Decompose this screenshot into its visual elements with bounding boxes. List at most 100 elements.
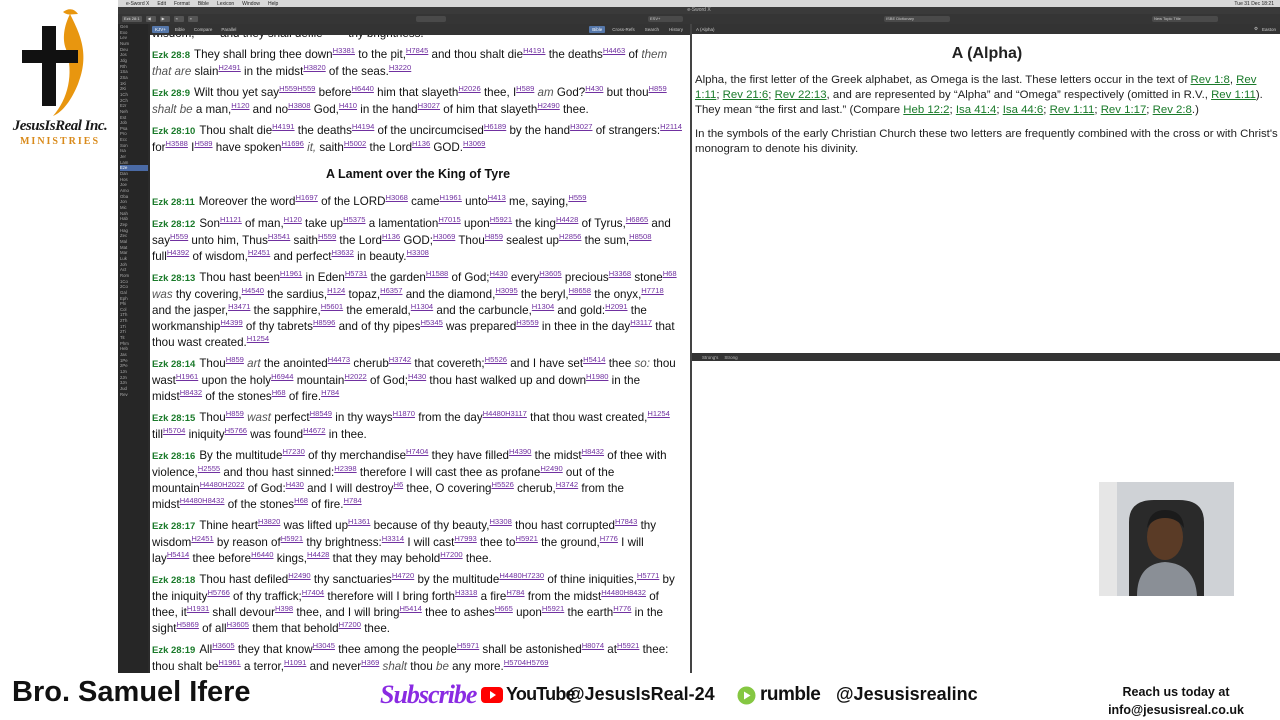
strongs-number-link[interactable]: H5921 [617, 641, 639, 650]
strongs-number-link[interactable]: H5971 [457, 641, 479, 650]
strongs-number-link[interactable]: H8508 [629, 232, 651, 241]
gear-icon[interactable]: ⚙ [1254, 26, 1258, 32]
verse-reference[interactable]: Ezk 28:17 [152, 521, 195, 532]
strongs-number-link[interactable]: H3308 [407, 248, 429, 257]
strongs-number-link[interactable]: H3220 [389, 63, 411, 72]
scripture-link[interactable]: Rev 1:17 [1101, 104, 1147, 116]
strongs-number-link[interactable]: H3605 [212, 641, 234, 650]
menu-help[interactable]: Help [268, 1, 278, 7]
tab-history[interactable]: History [666, 26, 686, 33]
verse-reference[interactable]: Ezk 28:11 [152, 197, 195, 208]
strongs-number-link[interactable]: H2114 [660, 122, 682, 131]
verse-reference[interactable]: Ezk 28:10 [152, 126, 195, 137]
strongs-number-link[interactable]: H3027 [570, 122, 592, 131]
strongs-number-link[interactable]: H68 [294, 496, 308, 505]
strongs-number-link[interactable]: H1091 [284, 658, 306, 667]
strongs-number-link[interactable]: H589 [194, 139, 212, 148]
strongs-number-link[interactable]: H3605 [539, 269, 561, 278]
strongs-number-link[interactable]: H2091 [605, 302, 627, 311]
tab-strong[interactable]: Strong [724, 355, 737, 360]
strongs-number-link[interactable]: H589 [516, 84, 534, 93]
strongs-number-link[interactable]: H3027 [418, 101, 440, 110]
strongs-number-link[interactable]: H5526 [485, 355, 507, 364]
toolbar-select-1[interactable] [416, 16, 446, 22]
strongs-number-link[interactable]: H1980 [586, 372, 608, 381]
strongs-number-link[interactable]: H4672 [303, 426, 325, 435]
strongs-number-link[interactable]: H776 [600, 534, 618, 543]
strongs-number-link[interactable]: H859 [485, 232, 503, 241]
strongs-number-link[interactable]: H4191 [523, 46, 545, 55]
prev-chapter-button[interactable]: « [173, 16, 184, 22]
strongs-number-link[interactable]: H8549 [310, 409, 332, 418]
dictionary-entry-tab[interactable]: A (Alpha) [696, 27, 715, 32]
strongs-number-link[interactable]: H3368 [609, 269, 631, 278]
strongs-number-link[interactable]: H413 [488, 193, 506, 202]
dictionary-select[interactable]: ISBE Dictionary [884, 16, 950, 22]
strongs-number-link[interactable]: H5869 [177, 620, 199, 629]
verse-reference[interactable]: Ezk 28:14 [152, 359, 195, 370]
strongs-number-link[interactable]: H559 [297, 84, 315, 93]
bible-version-select[interactable]: ESV+ [648, 16, 683, 22]
strongs-number-link[interactable]: H7230 [522, 571, 544, 580]
tab-compare[interactable]: Compare [191, 26, 216, 33]
strongs-number-link[interactable]: H4428 [556, 215, 578, 224]
verse-reference[interactable]: Ezk 28:13 [152, 273, 195, 284]
strongs-number-link[interactable]: H2555 [198, 464, 220, 473]
topic-select[interactable]: New Topic Title [1152, 16, 1218, 22]
strongs-number-link[interactable]: H6440 [251, 550, 273, 559]
strongs-number-link[interactable]: H8432 [582, 447, 604, 456]
strongs-number-link[interactable]: H3588 [166, 139, 188, 148]
strongs-number-link[interactable]: H8432 [180, 388, 202, 397]
strongs-number-link[interactable]: H5921 [515, 534, 537, 543]
strongs-number-link[interactable]: H6865 [626, 215, 648, 224]
tab-cross-refs[interactable]: Cross-Refs [609, 26, 638, 33]
strongs-number-link[interactable]: H859 [226, 409, 244, 418]
scripture-link[interactable]: Rev 1:11 [1050, 104, 1095, 116]
strongs-number-link[interactable]: H3069 [463, 139, 485, 148]
verse-reference[interactable]: Ezk 28:18 [152, 575, 195, 586]
strongs-number-link[interactable]: H665 [495, 604, 513, 613]
strongs-number-link[interactable]: H1961 [280, 269, 302, 278]
strongs-number-link[interactable]: H3045 [313, 641, 335, 650]
strongs-number-link[interactable]: H398 [275, 604, 293, 613]
tab-strongs[interactable]: Strong's [702, 355, 718, 360]
strongs-number-link[interactable]: H3308 [489, 517, 511, 526]
tab-search[interactable]: Search [642, 26, 662, 33]
strongs-number-link[interactable]: H559 [279, 84, 297, 93]
strongs-number-link[interactable]: H8658 [569, 286, 591, 295]
strongs-number-link[interactable]: H4480 [601, 588, 623, 597]
strongs-number-link[interactable]: H136 [382, 232, 400, 241]
strongs-number-link[interactable]: H4392 [167, 248, 189, 257]
strongs-number-link[interactable]: H4390 [509, 447, 531, 456]
strongs-number-link[interactable]: H430 [490, 269, 508, 278]
strongs-number-link[interactable]: H1961 [218, 658, 240, 667]
strongs-number-link[interactable]: H2022 [222, 480, 244, 489]
strongs-number-link[interactable]: H2026 [458, 84, 480, 93]
strongs-number-link[interactable]: H6357 [380, 286, 402, 295]
menu-edit[interactable]: Edit [157, 1, 166, 7]
strongs-number-link[interactable]: H859 [226, 355, 244, 364]
strongs-number-link[interactable]: H3632 [331, 248, 353, 257]
strongs-number-link[interactable]: H3381 [333, 46, 355, 55]
strongs-number-link[interactable]: H4194 [352, 122, 374, 131]
strongs-number-link[interactable]: H1870 [393, 409, 415, 418]
strongs-number-link[interactable]: H1931 [187, 604, 209, 613]
strongs-number-link[interactable]: H5704 [504, 658, 526, 667]
verse-reference[interactable]: Ezk 28:16 [152, 451, 195, 462]
strongs-number-link[interactable]: H4720 [392, 571, 414, 580]
strongs-number-link[interactable]: H5921 [490, 215, 512, 224]
back-button[interactable]: ◀ [145, 16, 156, 22]
menu-window[interactable]: Window [242, 1, 260, 7]
strongs-number-link[interactable]: H2398 [334, 464, 356, 473]
strongs-number-link[interactable]: H784 [506, 588, 524, 597]
strongs-number-link[interactable]: H3117 [505, 409, 527, 418]
strongs-number-link[interactable]: H1588 [426, 269, 448, 278]
strongs-number-link[interactable]: H136 [412, 139, 430, 148]
strongs-number-link[interactable]: H430 [286, 480, 304, 489]
strongs-number-link[interactable]: H5526 [491, 480, 513, 489]
strongs-number-link[interactable]: H3605 [227, 620, 249, 629]
strongs-number-link[interactable]: H369 [361, 658, 379, 667]
strongs-number-link[interactable]: H2022 [344, 372, 366, 381]
strongs-number-link[interactable]: H3820 [303, 63, 325, 72]
strongs-number-link[interactable]: H120 [284, 215, 302, 224]
